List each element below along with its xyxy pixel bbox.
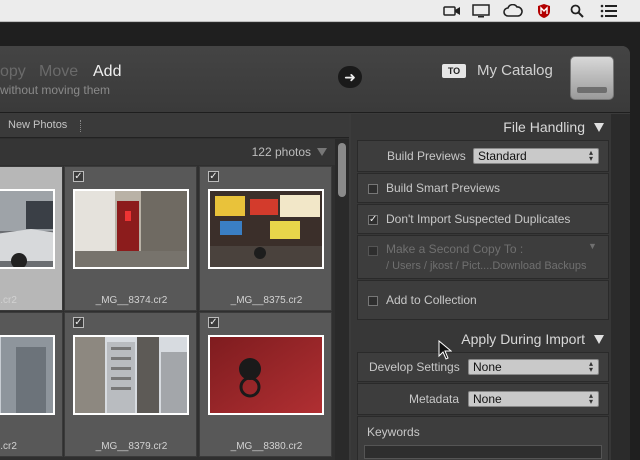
stepper-arrows-icon: ▴ ▾ [588, 359, 593, 374]
photo-filename: 8373.cr2 [0, 295, 17, 306]
settings-panel: File Handling Build Previews Standard ▴ ▾… [351, 114, 611, 460]
stepper-arrows-icon: ▴ ▾ [588, 391, 593, 406]
metadata-select[interactable]: None ▴ ▾ [468, 391, 599, 407]
file-handling-title: File Handling [503, 119, 585, 135]
menu-bar [0, 0, 640, 22]
grid-scrollbar[interactable] [335, 139, 349, 460]
thumbnail-cell[interactable]: ✓ _MG__8374.cr2 [64, 166, 197, 311]
add-to-collection-row: Add to Collection [357, 280, 609, 320]
photo-filename: _MG__8379.cr2 [95, 441, 168, 452]
develop-settings-label: Develop Settings [369, 360, 460, 374]
keywords-row: Keywords [357, 416, 609, 460]
file-handling-header[interactable]: File Handling [351, 116, 611, 138]
mode-description: without moving them [0, 83, 111, 97]
mode-move[interactable]: Move [39, 63, 78, 81]
creative-cloud-icon[interactable] [502, 2, 524, 20]
mouse-pointer-icon [438, 340, 452, 360]
sort-menu-icon[interactable] [317, 148, 327, 156]
video-camera-icon[interactable] [441, 2, 463, 20]
to-badge: TO [442, 64, 466, 78]
develop-settings-value: None [473, 360, 502, 374]
photo-thumbnail[interactable] [208, 189, 324, 269]
photo-count: 122 photos [251, 145, 311, 159]
thumbnail-grid: 8373.cr2 ✓ _MG__8374.cr2 ✓ _MG__8375.cr2 [0, 166, 335, 460]
thumbnail-cell[interactable]: 8373.cr2 [0, 166, 63, 311]
right-panel-edge [611, 114, 630, 460]
build-previews-value: Standard [478, 149, 527, 163]
chevron-down-icon[interactable]: ▼ [588, 241, 597, 251]
keywords-input[interactable] [364, 445, 602, 459]
apply-during-import-title: Apply During Import [461, 331, 585, 347]
apply-during-import-header[interactable]: Apply During Import [351, 328, 611, 350]
import-dialog: opy Move Add without moving them ➜ TO My… [0, 46, 630, 460]
build-previews-select[interactable]: Standard ▴ ▾ [473, 148, 599, 164]
keywords-label: Keywords [367, 425, 420, 439]
dont-import-duplicates-row: ✓ Don't Import Suspected Duplicates [357, 204, 609, 234]
grid-tab-bar: New Photos [0, 114, 349, 138]
tab-new-photos[interactable]: New Photos [8, 119, 67, 131]
second-copy-checkbox[interactable] [368, 246, 378, 256]
photo-filename: _MG__8375.cr2 [230, 295, 303, 306]
photo-count-bar: 122 photos [0, 139, 335, 165]
smart-previews-row: Build Smart Previews [357, 173, 609, 203]
collapse-triangle-icon[interactable] [594, 123, 604, 132]
include-checkbox[interactable]: ✓ [73, 317, 84, 328]
photo-filename: 8378.cr2 [0, 441, 17, 452]
build-previews-row: Build Previews Standard ▴ ▾ [357, 140, 609, 172]
list-icon[interactable] [598, 2, 620, 20]
smart-previews-label: Build Smart Previews [386, 181, 501, 195]
second-copy-path: / Users / jkost / Pict....Download Backu… [386, 260, 587, 272]
include-checkbox[interactable]: ✓ [208, 171, 219, 182]
mode-copy[interactable]: opy [0, 63, 26, 81]
photo-filename: _MG__8380.cr2 [230, 441, 303, 452]
hard-drive-icon [570, 56, 614, 100]
develop-settings-select[interactable]: None ▴ ▾ [468, 359, 599, 375]
photo-thumbnail[interactable] [73, 189, 189, 269]
add-to-collection-checkbox[interactable] [368, 296, 378, 306]
scroll-thumb[interactable] [338, 143, 346, 197]
include-checkbox[interactable]: ✓ [208, 317, 219, 328]
metadata-row: Metadata None ▴ ▾ [357, 383, 609, 415]
tab-divider [80, 120, 81, 132]
collapse-triangle-icon[interactable] [594, 335, 604, 344]
include-checkbox[interactable]: ✓ [73, 171, 84, 182]
display-icon[interactable] [470, 2, 492, 20]
photo-thumbnail[interactable] [0, 189, 55, 269]
photo-grid-panel: New Photos 122 photos 8373.cr2 ✓ [0, 114, 349, 460]
develop-settings-row: Develop Settings None ▴ ▾ [357, 352, 609, 382]
import-header: opy Move Add without moving them ➜ TO My… [0, 46, 630, 113]
photo-thumbnail[interactable] [208, 335, 324, 415]
thumbnail-cell[interactable]: ✓ _MG__8375.cr2 [199, 166, 332, 311]
second-copy-row: Make a Second Copy To : ▼ / Users / jkos… [357, 235, 609, 279]
photo-thumbnail[interactable] [0, 335, 55, 415]
dont-import-duplicates-label: Don't Import Suspected Duplicates [386, 212, 571, 226]
second-copy-label: Make a Second Copy To : [386, 242, 524, 256]
thumbnail-cell[interactable]: ✓ _MG__8379.cr2 [64, 312, 197, 457]
photo-thumbnail[interactable] [73, 335, 189, 415]
thumbnail-cell[interactable]: ✓ _MG__8380.cr2 [199, 312, 332, 457]
thumbnail-cell[interactable]: 8378.cr2 [0, 312, 63, 457]
catalog-name[interactable]: My Catalog [477, 62, 553, 79]
metadata-value: None [473, 392, 502, 406]
stepper-arrows-icon: ▴ ▾ [588, 148, 593, 163]
metadata-label: Metadata [409, 392, 460, 406]
dont-import-duplicates-checkbox[interactable]: ✓ [368, 215, 378, 225]
photo-filename: _MG__8374.cr2 [95, 295, 168, 306]
search-icon[interactable] [566, 2, 588, 20]
add-to-collection-label: Add to Collection [386, 293, 477, 307]
build-previews-label: Build Previews [387, 149, 466, 163]
arrow-right-icon: ➜ [338, 66, 362, 88]
mode-add[interactable]: Add [93, 63, 121, 81]
smart-previews-checkbox[interactable] [368, 184, 378, 194]
mcafee-shield-icon[interactable] [533, 2, 555, 20]
